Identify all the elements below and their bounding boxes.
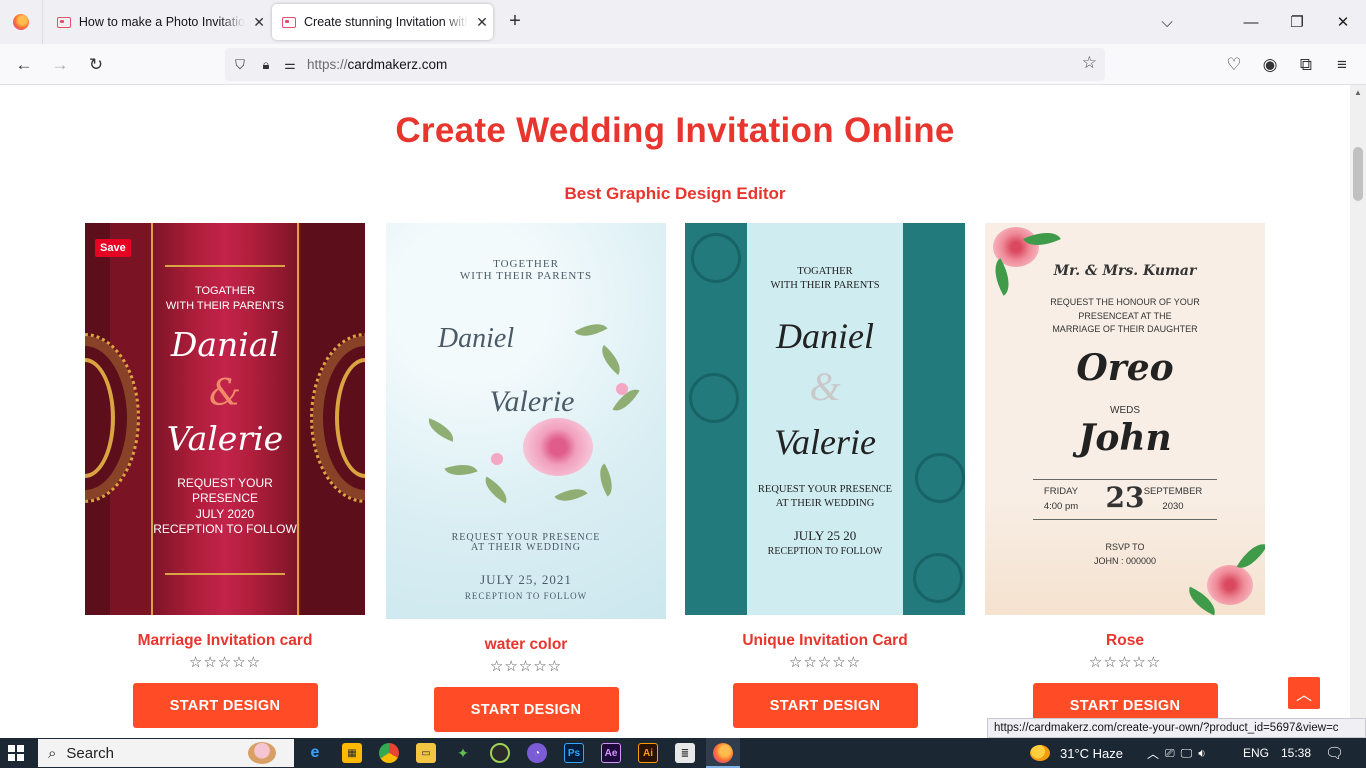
forward-arrow-icon[interactable]: → (48, 53, 72, 77)
windows-start-button[interactable] (8, 745, 24, 761)
scrollbar-thumb[interactable] (1353, 147, 1363, 201)
after-effects-icon[interactable]: Ae (601, 743, 621, 763)
weather-widget[interactable]: 31°C Haze (1030, 738, 1123, 768)
firefox-icon (13, 14, 29, 30)
reload-icon[interactable]: ↻ (84, 53, 108, 77)
tab-photo-invitation[interactable]: How to make a Photo Invitation ✕ (45, 0, 267, 44)
notifications-icon[interactable]: 🗨︎ (1325, 738, 1344, 768)
app-icon[interactable] (490, 743, 510, 763)
invitation-image[interactable]: TOGETHER WITH THEIR PARENTS Daniel Valer… (386, 223, 666, 619)
start-design-button[interactable]: START DESIGN (732, 683, 918, 728)
rating-stars: ☆☆☆☆☆ (489, 658, 563, 675)
tab-title: Create stunning Invitation with (304, 15, 468, 29)
bookmark-star-icon[interactable]: ☆ (1082, 53, 1097, 73)
app-icon[interactable]: ✦ (453, 743, 473, 763)
link-status-url: https://cardmakerz.com/create-your-own/?… (987, 718, 1366, 738)
product-card-unique: TOGATHER WITH THEIR PARENTS Daniel & Val… (685, 223, 965, 728)
rating-stars: ☆☆☆☆☆ (1088, 654, 1162, 671)
close-tab-icon[interactable]: ✕ (251, 14, 267, 31)
tracking-shield-icon[interactable]: ⛉ (231, 57, 249, 73)
start-design-button[interactable]: START DESIGN (433, 687, 619, 732)
list-all-tabs-chevron-icon[interactable]: ⌵ (1144, 0, 1190, 44)
search-label: Search (66, 744, 114, 762)
show-hidden-icons-chevron-icon[interactable]: ︿ (1147, 745, 1165, 762)
new-tab-plus-icon[interactable]: + (504, 10, 526, 34)
card-title[interactable]: Unique Invitation Card (685, 632, 965, 650)
volume-icon[interactable]: 🔉︎ (1198, 746, 1212, 761)
rating-stars: ☆☆☆☆☆ (788, 654, 862, 671)
chrome-icon[interactable] (379, 743, 399, 763)
search-highlight-icon (248, 742, 276, 764)
system-tray-icons[interactable]: ︿ ⎚ 🖵︎ 🔉︎ (1147, 738, 1212, 768)
card-title[interactable]: Marriage Invitation card (85, 632, 365, 650)
peony-flower (523, 418, 593, 476)
cardmakerz-favicon-icon (282, 16, 296, 28)
card-title[interactable]: water color (386, 636, 666, 654)
close-window-icon[interactable]: ✕ (1320, 0, 1366, 44)
edge-icon[interactable]: e (305, 743, 325, 763)
close-tab-icon[interactable]: ✕ (474, 14, 490, 31)
invitation-image[interactable]: Mr. & Mrs. Kumar REQUEST THE HONOUR OF Y… (985, 223, 1265, 615)
navigation-toolbar: ← → ↻ ⛉ 🔒︎ ⚌ https://cardmakerz.com ☆ ♡ … (0, 44, 1366, 85)
clock[interactable]: 15:38 (1281, 738, 1311, 768)
search-icon: ⌕ (48, 744, 57, 762)
app-icon[interactable]: ◔ (527, 743, 547, 763)
tab-title: How to make a Photo Invitation (78, 15, 246, 29)
chevron-up-icon: ︿ (1295, 687, 1312, 704)
scroll-up-arrow-icon[interactable]: ▲ (1354, 88, 1362, 97)
product-card-marriage: Save TOGATHER WITH THEIR PARENTS Danial … (85, 223, 365, 728)
tab-bar: How to make a Photo Invitation ✕ Create … (0, 0, 1366, 44)
taskbar-search-box[interactable]: ⌕ Search (38, 739, 294, 767)
card-title[interactable]: Rose (985, 632, 1265, 650)
illustrator-icon[interactable]: Ai (638, 743, 658, 763)
network-icon[interactable]: 🖵︎ (1181, 746, 1199, 761)
sun-haze-icon (1030, 745, 1050, 761)
minimize-window-icon[interactable]: — (1228, 0, 1274, 44)
extensions-puzzle-icon[interactable]: ⧉ (1294, 53, 1318, 77)
photoshop-icon[interactable]: Ps (564, 743, 584, 763)
page-viewport: Create Wedding Invitation Online Best Gr… (0, 85, 1350, 738)
language-indicator[interactable]: ENG (1243, 738, 1269, 768)
file-explorer-icon[interactable]: ▭ (416, 743, 436, 763)
restore-window-icon[interactable]: ❐ (1274, 0, 1320, 44)
store-icon[interactable]: ▦ (342, 743, 362, 763)
lock-icon[interactable]: 🔒︎ (257, 57, 275, 73)
address-bar[interactable]: ⛉ 🔒︎ ⚌ https://cardmakerz.com ☆ (225, 48, 1105, 81)
page-subtitle: Best Graphic Design Editor (564, 184, 786, 203)
firefox-view-button[interactable] (0, 0, 43, 44)
cardmakerz-favicon-icon (57, 16, 71, 28)
menu-hamburger-icon[interactable]: ≡ (1330, 53, 1354, 77)
pinterest-save-button[interactable]: Save (95, 239, 131, 257)
meet-now-icon[interactable]: ⎚ (1165, 746, 1181, 761)
product-card-rose: Mr. & Mrs. Kumar REQUEST THE HONOUR OF Y… (985, 223, 1265, 728)
pocket-icon[interactable]: ♡ (1222, 53, 1246, 77)
notepad-icon[interactable]: ≣ (675, 743, 695, 763)
start-design-button[interactable]: START DESIGN (132, 683, 318, 728)
account-icon[interactable]: ◉ (1258, 53, 1282, 77)
page-title: Create Wedding Invitation Online (395, 111, 955, 150)
invitation-image[interactable]: Save TOGATHER WITH THEIR PARENTS Danial … (85, 223, 365, 615)
page-scrollbar[interactable]: ▲ ▼ (1350, 85, 1366, 738)
url-text[interactable]: https://cardmakerz.com (307, 57, 447, 72)
back-arrow-icon[interactable]: ← (12, 53, 36, 77)
scroll-to-top-button[interactable]: ︿ (1288, 677, 1320, 709)
windows-taskbar: ⌕ Search e ▦ ▭ ✦ ◔ Ps Ae Ai ≣ 31°C Haze … (0, 738, 1366, 768)
permissions-icon[interactable]: ⚌ (281, 57, 299, 73)
tab-create-invitation[interactable]: Create stunning Invitation with ✕ (272, 4, 493, 40)
rating-stars: ☆☆☆☆☆ (188, 654, 262, 671)
invitation-image[interactable]: TOGATHER WITH THEIR PARENTS Daniel & Val… (685, 223, 965, 615)
firefox-icon (713, 743, 733, 763)
rose-flower (1207, 565, 1253, 605)
product-card-water-color: TOGETHER WITH THEIR PARENTS Daniel Valer… (386, 223, 666, 732)
